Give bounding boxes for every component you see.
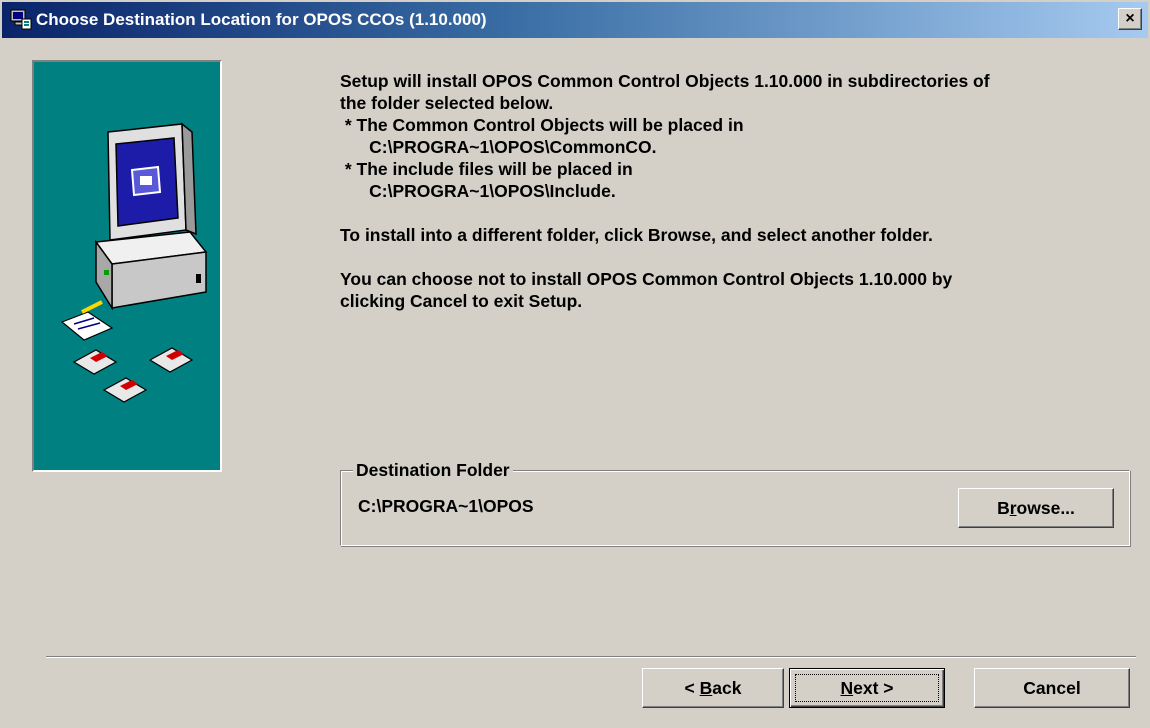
instruction-line: You can choose not to install OPOS Commo… <box>340 269 953 289</box>
destination-folder-legend: Destination Folder <box>353 459 513 481</box>
wizard-side-panel <box>32 60 222 472</box>
close-icon: × <box>1125 10 1135 27</box>
browse-button[interactable]: Browse... <box>958 488 1114 528</box>
setup-dialog: Choose Destination Location for OPOS CCO… <box>0 0 1150 728</box>
window-title: Choose Destination Location for OPOS CCO… <box>36 10 487 29</box>
instruction-line: To install into a different folder, clic… <box>340 225 933 245</box>
button-separator <box>46 656 1136 658</box>
instruction-line: * The include files will be placed in <box>340 159 633 179</box>
instruction-line: the folder selected below. <box>340 93 554 113</box>
instruction-line: * The Common Control Objects will be pla… <box>340 115 744 135</box>
instruction-line: C:\PROGRA~1\OPOS\CommonCO. <box>340 137 657 157</box>
cancel-button[interactable]: Cancel <box>974 668 1130 708</box>
focus-rectangle <box>795 674 939 702</box>
back-button[interactable]: < Back <box>642 668 784 708</box>
instruction-line: C:\PROGRA~1\OPOS\Include. <box>340 181 616 201</box>
instruction-line: Setup will install OPOS Common Control O… <box>340 71 990 91</box>
destination-folder-group: Destination Folder C:\PROGRA~1\OPOS Brow… <box>340 459 1130 546</box>
title-bar[interactable]: Choose Destination Location for OPOS CCO… <box>2 2 1148 38</box>
destination-path: C:\PROGRA~1\OPOS <box>358 496 534 516</box>
instruction-line: clicking Cancel to exit Setup. <box>340 291 583 311</box>
instructions-text: Setup will install OPOS Common Control O… <box>340 70 1130 312</box>
setup-app-icon <box>10 9 32 30</box>
close-button[interactable]: × <box>1118 8 1142 30</box>
computer-with-disks-icon <box>60 122 208 403</box>
next-button[interactable]: Next > <box>789 668 945 708</box>
